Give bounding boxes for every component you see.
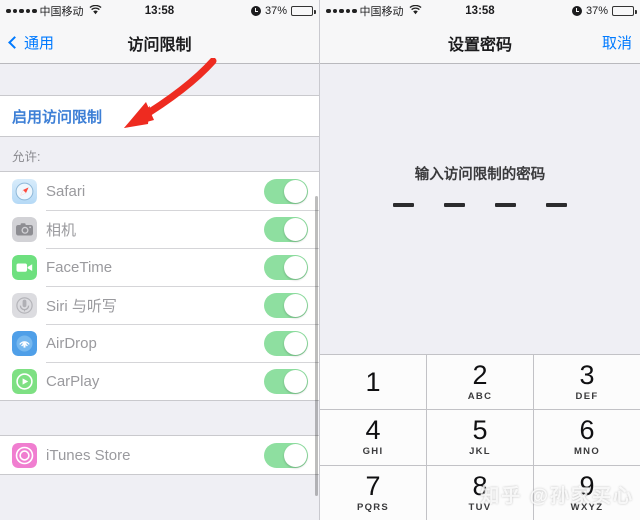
alarm-clock-icon — [250, 6, 261, 16]
keypad-number: 6 — [579, 415, 595, 446]
list-item-label: iTunes Store — [46, 446, 131, 464]
store-group-partial: iTunes Store — [0, 435, 319, 475]
passcode-dash — [546, 203, 567, 207]
itunes-store-icon — [12, 442, 37, 468]
list-item[interactable]: 相机 — [0, 210, 319, 248]
toggle-switch[interactable] — [264, 330, 308, 356]
carrier-label: 中国移动 — [39, 6, 84, 18]
list-item-label: Siri 与听写 — [46, 297, 117, 315]
signal-strength-dots-icon — [326, 8, 357, 14]
keypad-letters: MNO — [573, 446, 601, 458]
list-item-label: 相机 — [46, 221, 77, 239]
facetime-icon — [12, 254, 37, 280]
enable-restrictions-group: 启用访问限制 — [0, 95, 319, 137]
toggle-switch[interactable] — [264, 178, 308, 204]
toggle-switch[interactable] — [264, 442, 308, 468]
list-item-label: FaceTime — [46, 258, 113, 276]
back-button-general[interactable]: 通用 — [8, 32, 54, 53]
keypad-number: 4 — [365, 415, 381, 446]
keypad-letters: WXYZ — [570, 501, 604, 513]
page-title: 设置密码 — [447, 36, 512, 54]
group-spacer-bottom — [0, 401, 319, 435]
toggle-switch[interactable] — [264, 368, 308, 394]
status-bar-right-group: 37% — [571, 5, 637, 17]
list-item[interactable]: FaceTime — [0, 248, 319, 286]
keypad-letters: PQRS — [356, 501, 390, 513]
list-item[interactable]: AirDrop — [0, 324, 319, 362]
toggle-switch[interactable] — [264, 292, 308, 318]
wifi-icon — [88, 4, 102, 18]
chevron-left-icon — [8, 36, 21, 49]
keypad-key-7[interactable]: 7 PQRS — [320, 465, 426, 520]
passcode-dash — [444, 203, 465, 207]
vertical-scrollbar[interactable] — [315, 196, 318, 496]
keypad-number: 7 — [365, 470, 381, 501]
status-bar-right-group: 37% — [250, 5, 316, 17]
keypad-number: 8 — [472, 470, 488, 501]
keypad-letters: GHI — [362, 446, 384, 458]
keypad-key-3[interactable]: 3 DEF — [534, 355, 640, 410]
keypad-letters: DEF — [575, 391, 599, 403]
keypad-letters: ABC — [467, 391, 493, 403]
passcode-prompt: 输入访问限制的密码 — [414, 167, 546, 183]
status-bar-carrier-group: 中国移动 — [6, 3, 102, 19]
keypad-key-1[interactable]: 1 — [320, 355, 426, 410]
list-item-label: Safari — [46, 182, 86, 200]
keypad-number: 3 — [579, 360, 595, 391]
camera-icon — [12, 216, 37, 242]
keypad-number: 1 — [365, 366, 381, 397]
keypad-number: 5 — [472, 415, 488, 446]
signal-strength-dots-icon — [6, 8, 37, 14]
list-item[interactable]: CarPlay — [0, 362, 319, 400]
passcode-entry-area: 输入访问限制的密码 — [320, 64, 640, 354]
toggle-switch[interactable] — [264, 254, 308, 280]
keypad-number: 9 — [579, 470, 595, 501]
left-phone-screen: 中国移动 13:58 37% 通用 访问限制 启用访问限制 允许: Safari… — [0, 0, 320, 520]
keypad-number: 2 — [472, 360, 488, 391]
keypad-key-4[interactable]: 4 GHI — [320, 410, 426, 465]
carrier-label: 中国移动 — [359, 6, 404, 18]
keypad-key-6[interactable]: 6 MNO — [534, 410, 640, 465]
enable-restrictions-row[interactable]: 启用访问限制 — [0, 96, 319, 136]
siri-icon — [12, 292, 37, 318]
passcode-dash — [393, 203, 414, 207]
passcode-dash — [495, 203, 516, 207]
list-item-label: CarPlay — [46, 372, 100, 390]
status-bar-carrier-group: 中国移动 — [326, 3, 422, 19]
right-phone-screen: 中国移动 13:58 37% 设置密码 取消 输入访问限制的密码 1 2 ABC… — [320, 0, 640, 520]
keypad-letters: JKL — [469, 446, 491, 458]
status-bar-left: 中国移动 13:58 37% — [0, 0, 319, 22]
wifi-icon — [408, 4, 422, 18]
keypad-key-5[interactable]: 5 JKL — [427, 410, 533, 465]
list-item[interactable]: Siri 与听写 — [0, 286, 319, 324]
airdrop-icon — [12, 330, 37, 356]
battery-percent-label: 37% — [585, 5, 608, 17]
keypad-key-8[interactable]: 8 TUV — [427, 465, 533, 520]
cancel-button[interactable]: 取消 — [602, 32, 632, 53]
nav-bar-left: 通用 访问限制 — [0, 22, 319, 64]
allowed-apps-group: Safari 相机 FaceTime Siri 与听写 AirDrop CarP… — [0, 171, 319, 401]
keypad-letters: TUV — [468, 501, 492, 513]
status-bar-right: 中国移动 13:58 37% — [320, 0, 640, 22]
list-item[interactable]: Safari — [0, 172, 319, 210]
dual-screenshot-container: 中国移动 13:58 37% 通用 访问限制 启用访问限制 允许: Safari… — [0, 0, 640, 520]
battery-percent-label: 37% — [264, 5, 287, 17]
passcode-dashes — [320, 203, 640, 207]
back-button-label: 通用 — [24, 35, 55, 52]
allow-section-header: 允许: — [0, 137, 319, 171]
toggle-switch[interactable] — [264, 216, 308, 242]
keypad-key-2[interactable]: 2 ABC — [427, 355, 533, 410]
numeric-keypad: 1 2 ABC 3 DEF 4 GHI 5 JKL 6 MNO 7 PQRS 8… — [320, 354, 640, 520]
list-item[interactable]: iTunes Store — [0, 436, 319, 474]
alarm-clock-icon — [571, 6, 582, 16]
safari-icon — [12, 178, 37, 204]
battery-icon — [291, 6, 316, 16]
nav-bar-right: 设置密码 取消 — [320, 22, 640, 64]
list-item-label: AirDrop — [46, 334, 97, 352]
battery-icon — [612, 6, 637, 16]
group-spacer-top — [0, 64, 319, 95]
keypad-key-9[interactable]: 9 WXYZ — [534, 465, 640, 520]
enable-restrictions-label: 启用访问限制 — [12, 108, 103, 126]
carplay-icon — [12, 368, 37, 394]
